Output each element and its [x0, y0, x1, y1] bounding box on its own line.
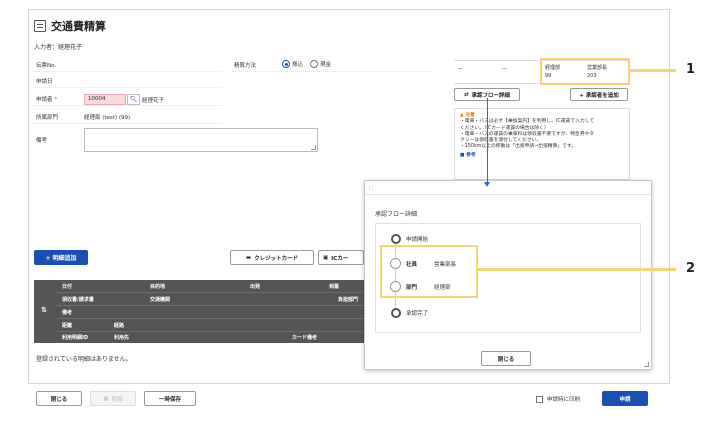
- arrow-down-icon: [484, 182, 490, 187]
- add-approver-button[interactable]: + 承認者を追加: [570, 88, 628, 101]
- settle-option-transfer-label: 振込: [292, 62, 304, 68]
- delete-button[interactable]: ■ 削除: [90, 391, 136, 406]
- col-departure: 出発: [250, 284, 261, 290]
- page-title: 交通費精算: [51, 20, 106, 33]
- settle-option-cash[interactable]: 現金: [310, 60, 331, 68]
- page-header: 交通費精算: [34, 18, 106, 34]
- col-destination: 目的地: [150, 284, 166, 290]
- applicant-name: 経理花子: [142, 98, 165, 104]
- end-node-icon: [391, 308, 401, 318]
- flow-start-label: 申請開始: [406, 237, 429, 243]
- radio-cash[interactable]: [310, 60, 318, 68]
- grip-icon[interactable]: ∷: [369, 185, 373, 192]
- sort-icon[interactable]: ⇅: [41, 306, 47, 314]
- approval-flow-detail-label: 承認フロー詳細: [471, 92, 511, 99]
- settle-option-transfer[interactable]: 振込: [282, 60, 303, 68]
- callout-number-2: 2: [686, 261, 696, 276]
- notice-line: ・150km以上の移動は「出張申請→出張精算」です。: [460, 144, 577, 150]
- col-route: 経路: [114, 323, 125, 329]
- col-date: 日付: [62, 284, 73, 290]
- divider: [56, 292, 364, 293]
- slip-no-row: 伝票No.: [34, 58, 222, 72]
- applicant-label-text: 申請者: [36, 96, 53, 103]
- flow-end-label: 承認完了: [406, 311, 429, 317]
- settle-method-row: 精算方法 振込 現金: [232, 58, 432, 72]
- resize-handle[interactable]: [311, 145, 316, 150]
- modal-drag-handle[interactable]: ∷: [365, 181, 651, 195]
- callout-line-1: [630, 69, 676, 72]
- start-node-icon: [391, 234, 401, 244]
- divider: [56, 331, 364, 332]
- close-button[interactable]: 閉じる: [36, 391, 82, 406]
- remarks-label: 備考: [36, 138, 48, 144]
- details-table-header: ⇅ 日付 目的地 出発 到着 領収書/請求書 交通機関 負担部門 備考 距離 経…: [34, 280, 364, 343]
- col-card-remarks: カード備考: [292, 335, 318, 341]
- divider: [56, 318, 364, 319]
- col-burden-dept: 負担部門: [338, 297, 359, 303]
- col-arrival: 到着: [329, 284, 340, 290]
- empty-details-message: 登録されている明細はありません。: [36, 356, 132, 363]
- col-distance: 距離: [62, 323, 73, 329]
- notice-panel: ▲ 注意 ・電車・バスは必ず【乗換案内】を利用し、IC運賃で入力して ください。…: [454, 108, 630, 180]
- credit-card-label: クレジットカード: [254, 255, 299, 262]
- col-usage-dest: 利用先: [114, 335, 130, 341]
- print-on-apply-option[interactable]: 申請時に印刷: [536, 395, 580, 403]
- approval-step-2: —: [502, 66, 507, 72]
- credit-card-icon: ▬: [245, 254, 252, 261]
- settle-method-label: 精算方法: [234, 62, 257, 69]
- col-receipt: 領収書/請求書: [62, 297, 94, 303]
- callout-line-2: [478, 268, 676, 271]
- col-transport: 交通機関: [150, 297, 171, 303]
- highlight-approvers: [540, 58, 630, 85]
- apply-date-row: 申請日: [34, 74, 222, 88]
- modal-resize-handle[interactable]: [644, 362, 649, 367]
- ic-card-label: ICカー: [331, 255, 349, 262]
- applicant-label: 申請者 *: [36, 95, 57, 103]
- ic-card-icon: ▣: [323, 254, 329, 261]
- col-remarks: 備考: [62, 310, 73, 316]
- slip-no-label: 伝票No.: [36, 62, 57, 69]
- flow-icon: ⇄: [463, 91, 469, 98]
- trash-icon: ■: [103, 395, 109, 402]
- dept-label: 所属部門: [36, 114, 59, 121]
- remarks-textarea[interactable]: [84, 128, 318, 152]
- document-icon: [34, 20, 46, 32]
- print-label: 申請時に印刷: [547, 397, 581, 403]
- delete-label: 削除: [111, 396, 123, 403]
- modal-title: 承認フロー詳細: [375, 211, 418, 218]
- footer-bar: 閉じる ■ 削除 一時保存 申請時に印刷 申請: [28, 383, 670, 413]
- credit-card-button[interactable]: ▬ クレジットカード: [230, 250, 314, 265]
- add-detail-button[interactable]: + 明細追加: [34, 250, 88, 265]
- applicant-code-input[interactable]: 10004: [84, 94, 126, 105]
- modal-close-button[interactable]: 閉じる: [481, 351, 531, 366]
- divider: [56, 305, 364, 306]
- apply-date-label: 申請日: [36, 78, 53, 85]
- entrant-label: 入力者：経理花子: [34, 44, 83, 51]
- search-icon: 🔍︎: [129, 96, 138, 103]
- connector-arrow: [487, 98, 488, 182]
- highlight-flow-steps: [380, 245, 478, 298]
- print-checkbox[interactable]: [536, 395, 543, 403]
- callout-number-1: 1: [686, 62, 696, 77]
- approval-step-1: —: [458, 66, 463, 72]
- applicant-search-button[interactable]: 🔍︎: [127, 94, 140, 105]
- dept-row: 所属部門 経理部 (test) (99): [34, 110, 222, 124]
- info-icon: ■: [460, 152, 465, 158]
- notice-heading: 注意: [465, 113, 475, 118]
- warning-icon: ▲: [460, 113, 464, 118]
- apply-button[interactable]: 申請: [602, 391, 648, 406]
- ic-card-button[interactable]: ▣ ICカー: [318, 250, 364, 265]
- notice-ref: 参考: [466, 152, 476, 158]
- temp-save-button[interactable]: 一時保存: [144, 391, 196, 406]
- radio-transfer[interactable]: [282, 60, 290, 68]
- dept-value: 経理部 (test) (99): [84, 114, 131, 121]
- required-mark: *: [54, 96, 58, 103]
- settle-option-cash-label: 現金: [320, 62, 332, 68]
- col-usage-id: 利用明細ID: [62, 335, 89, 341]
